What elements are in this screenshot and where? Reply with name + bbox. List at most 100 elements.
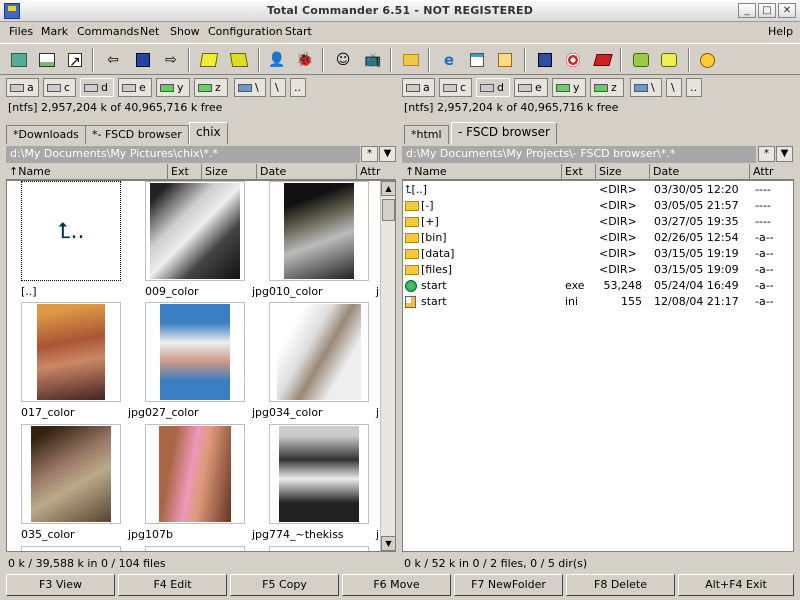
bug-icon[interactable]: 🐞 [294,49,316,71]
file-row[interactable]: [bin] <DIR> 02/26/05 12:54 -a-- [403,230,785,246]
left-hotlist-button[interactable]: * [361,146,378,162]
right-drive-a[interactable]: a [402,78,435,97]
left-drive-y[interactable]: y [156,78,190,97]
thumbnail-item[interactable]: 010_colorjpg [269,181,393,298]
tv-icon[interactable]: 📺 [362,49,384,71]
left-history-dropdown[interactable]: ▼ [379,146,396,162]
left-col-ext[interactable]: Ext [168,164,202,180]
pack-icon[interactable] [198,49,220,71]
f4-edit-button[interactable]: F4 Edit [118,574,227,596]
right-drive-network[interactable]: \ [630,78,662,97]
thumbnail-item[interactable]: ⮤.. [..] [21,181,121,298]
thumbnail-item[interactable]: 017_color jpg [21,302,145,419]
right-hotlist-button[interactable]: * [758,146,775,162]
right-col-ext[interactable]: Ext [562,164,596,180]
left-col-date[interactable]: Date [257,164,357,180]
right-path[interactable]: d:\My Documents\My Projects\- FSCD brows… [402,146,756,163]
left-col-name[interactable]: ↑Name [6,164,168,180]
green-arrow-icon[interactable] [630,49,652,71]
forward-icon[interactable]: ⇨ [160,49,182,71]
left-drive-e[interactable]: e [118,78,152,97]
thumbnail-item[interactable] [21,546,121,551]
f8-delete-button[interactable]: F8 Delete [566,574,675,596]
full-view-icon[interactable]: ↗ [64,49,86,71]
thumbnail-item[interactable]: 034_colorjpg [269,302,393,419]
file-row[interactable]: ⮤[..] <DIR> 03/30/05 12:20 ---- [403,182,785,198]
right-file-list[interactable]: ⮤[..] <DIR> 03/30/05 12:20 ---- [-] <DIR… [402,180,794,552]
file-row[interactable]: [data] <DIR> 03/15/05 19:19 -a-- [403,246,785,262]
smiley-icon[interactable] [696,49,718,71]
save-icon[interactable] [132,49,154,71]
back-icon[interactable]: ⇦ [102,49,124,71]
menu-configuration[interactable]: Configuration [208,25,283,38]
left-tab-downloads[interactable]: *Downloads [6,125,86,144]
right-col-name[interactable]: ↑Name [402,164,562,180]
left-tab-fscd-browser[interactable]: *- FSCD browser [85,125,189,144]
exit-button[interactable]: Alt+F4 Exit [678,574,794,596]
f3-view-button[interactable]: F3 View [6,574,115,596]
menu-mark[interactable]: Mark [41,25,68,38]
disk-icon[interactable] [534,49,556,71]
left-drive-a[interactable]: a [6,78,39,97]
left-scrollbar[interactable]: ▲ ▼ [380,181,395,551]
reread-icon[interactable] [8,49,30,71]
menu-help[interactable]: Help [768,25,793,38]
left-col-attr[interactable]: Attr [357,164,396,180]
file-row[interactable]: start ini 155 12/08/04 21:17 -a-- [403,294,785,310]
left-drive-d[interactable]: d [80,78,114,97]
menu-commands[interactable]: Commands [77,25,139,38]
right-up-button[interactable]: .. [686,78,702,97]
file-row[interactable]: [-] <DIR> 03/05/05 21:57 ---- [403,198,785,214]
f5-copy-button[interactable]: F5 Copy [230,574,339,596]
menu-files[interactable]: Files [9,25,33,38]
right-col-attr[interactable]: Attr [750,164,794,180]
left-root-button[interactable]: \ [270,78,286,97]
right-drive-y[interactable]: y [552,78,586,97]
minimize-button[interactable]: _ [738,3,756,18]
right-tab-fscd-browser[interactable]: - FSCD browser [451,122,557,144]
folder-open-icon[interactable] [400,49,422,71]
menu-start[interactable]: Start [285,25,312,38]
yellow-arrow-icon[interactable] [658,49,680,71]
thumbnail-item[interactable]: 774_~thekissjpg [269,424,393,541]
user-icon[interactable]: ☺ [332,49,354,71]
notepad-icon[interactable] [466,49,488,71]
book-icon[interactable] [592,49,614,71]
thumbnail-item[interactable] [145,546,245,551]
left-up-button[interactable]: .. [290,78,306,97]
left-tab-chix[interactable]: chix [189,122,228,144]
right-drive-z[interactable]: z [590,78,624,97]
left-col-size[interactable]: Size [202,164,257,180]
thumbnail-item[interactable]: 107b jpg [145,424,269,541]
right-col-size[interactable]: Size [596,164,650,180]
thumbnail-item[interactable]: 035_color jpg [21,424,145,541]
menu-net[interactable]: Net [140,25,159,38]
left-path[interactable]: d:\My Documents\My Pictures\chix\*.* [6,146,360,163]
left-drive-z[interactable]: z [194,78,228,97]
file-row[interactable]: start exe 53,248 05/24/04 16:49 -a-- [403,278,785,294]
file-row[interactable]: [files] <DIR> 03/15/05 19:09 -a-- [403,262,785,278]
thumbnail-item[interactable]: 009_color jpg [145,181,269,298]
thumbnail-item[interactable] [269,546,369,551]
target-icon[interactable] [562,49,584,71]
scroll-up-arrow[interactable]: ▲ [381,181,395,196]
right-drive-c[interactable]: c [439,78,472,97]
f7-newfolder-button[interactable]: F7 NewFolder [454,574,563,596]
right-col-date[interactable]: Date [650,164,750,180]
scroll-down-arrow[interactable]: ▼ [381,536,395,551]
ie-icon[interactable]: e [438,49,460,71]
brief-view-icon[interactable] [36,49,58,71]
scroll-thumb[interactable] [382,199,395,221]
thumbnail-item[interactable]: 027_color jpg [145,302,269,419]
file-row[interactable]: [+] <DIR> 03/27/05 19:35 ---- [403,214,785,230]
maximize-button[interactable]: □ [758,3,776,18]
menu-show[interactable]: Show [170,25,200,38]
left-drive-c[interactable]: c [43,78,76,97]
left-drive-network[interactable]: \ [234,78,266,97]
unpack-icon[interactable] [228,49,250,71]
close-button[interactable]: ✕ [778,3,796,18]
right-history-dropdown[interactable]: ▼ [776,146,793,162]
right-tab-html[interactable]: *html [404,125,449,144]
f6-move-button[interactable]: F6 Move [342,574,451,596]
right-root-button[interactable]: \ [666,78,682,97]
